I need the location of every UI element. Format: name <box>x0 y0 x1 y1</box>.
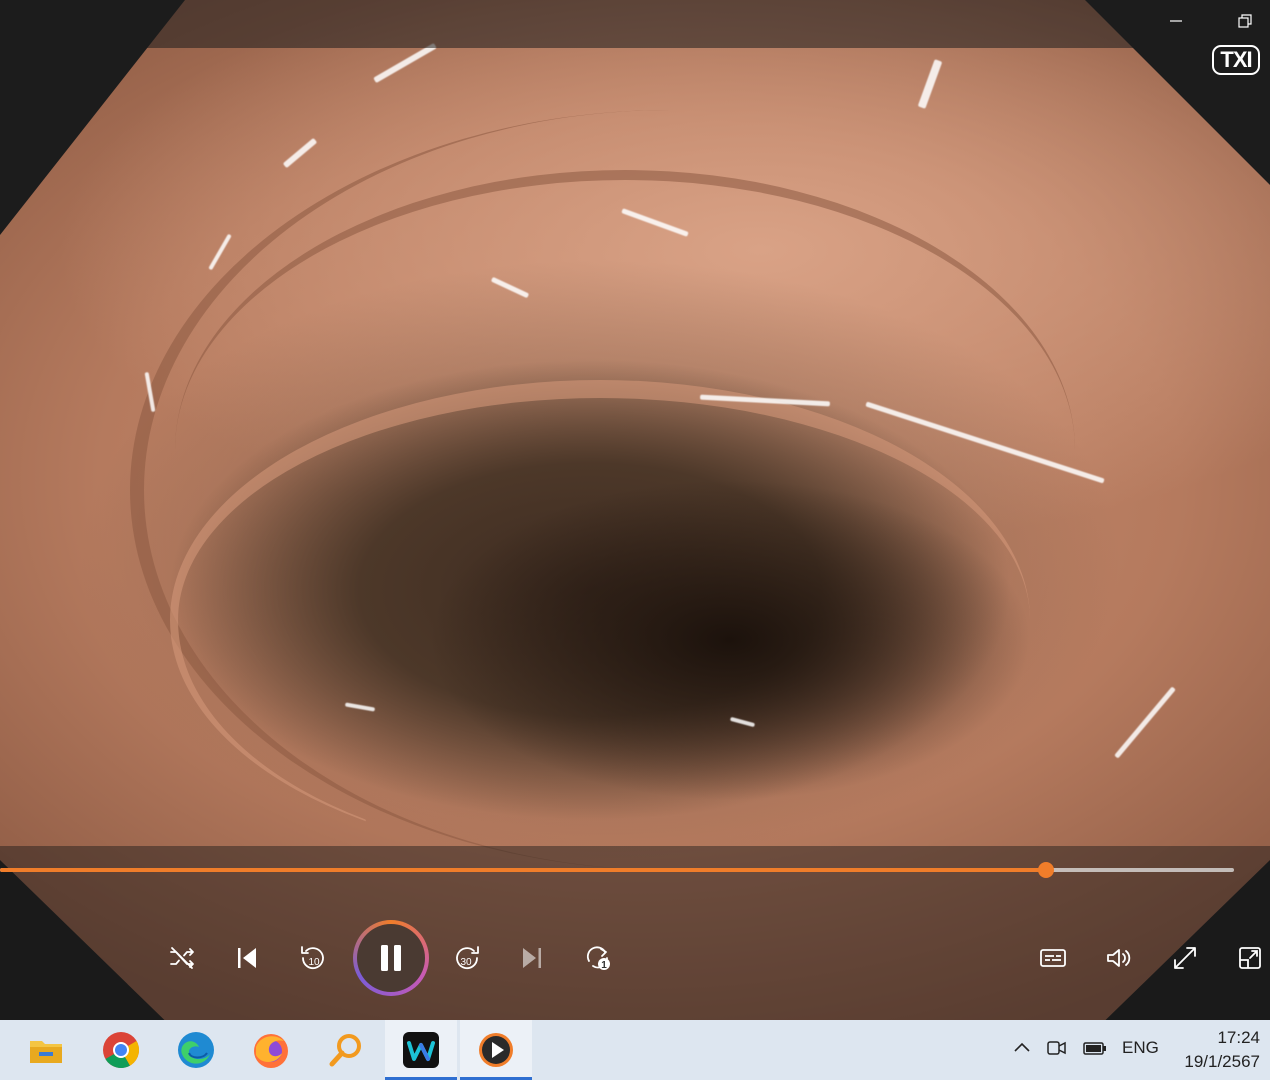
taskbar-webex[interactable] <box>385 1020 457 1080</box>
mucosal-fold <box>170 380 1030 860</box>
subtitles-icon <box>1040 949 1066 967</box>
search-magnifier-app-icon <box>329 1034 361 1067</box>
next-button[interactable] <box>507 933 557 983</box>
webex-icon <box>403 1032 439 1068</box>
camera-icon <box>1047 1041 1066 1055</box>
camera-mic-status[interactable] <box>1046 1038 1068 1063</box>
file-explorer-icon <box>30 1041 62 1063</box>
chevron-up-icon <box>1014 1042 1030 1052</box>
chrome-icon <box>103 1032 140 1069</box>
edge-icon <box>178 1032 214 1068</box>
title-bar <box>0 0 1270 48</box>
firefox-icon <box>254 1034 288 1068</box>
reflection <box>917 59 943 109</box>
previous-button[interactable] <box>222 933 272 983</box>
subtitles-button[interactable] <box>1028 933 1078 983</box>
reflection <box>373 42 437 84</box>
previous-icon <box>238 948 256 968</box>
taskbar-edge[interactable] <box>160 1020 232 1080</box>
repeat-label: 1 <box>601 960 607 971</box>
fullscreen-icon <box>1174 947 1196 969</box>
language-indicator[interactable]: ENG <box>1122 1038 1159 1058</box>
taskbar-media-player[interactable] <box>460 1020 532 1080</box>
mini-player-icon <box>1239 947 1261 969</box>
taskbar-search-app[interactable] <box>310 1020 382 1080</box>
txi-overlay-badge: TXI <box>1212 45 1260 75</box>
taskbar: ENG 17:24 19/1/2567 <box>0 1020 1270 1080</box>
taskbar-chrome[interactable] <box>85 1020 157 1080</box>
skip-back-10-button[interactable]: 10 <box>288 933 338 983</box>
repeat-one-button[interactable]: 1 <box>573 933 623 983</box>
reflection <box>1114 686 1176 759</box>
battery-icon <box>1083 1042 1106 1055</box>
fullscreen-button[interactable] <box>1160 933 1210 983</box>
next-icon <box>523 948 541 968</box>
media-player-icon <box>479 1033 513 1067</box>
skip-forward-30-button[interactable]: 30 <box>442 933 492 983</box>
restore-icon[interactable] <box>1225 8 1265 40</box>
reflection <box>208 233 232 271</box>
clock-date: 19/1/2567 <box>1184 1052 1260 1071</box>
skip-back-10-icon: 10 <box>301 946 324 970</box>
repeat-one-icon: 1 <box>586 946 610 971</box>
mini-player-button[interactable] <box>1225 933 1270 983</box>
pause-icon <box>381 945 401 971</box>
seek-bar[interactable] <box>0 862 1234 878</box>
show-hidden-icons-button[interactable] <box>1012 1038 1032 1063</box>
shuffle-icon <box>170 947 194 969</box>
skip-back-label: 10 <box>308 957 320 968</box>
volume-button[interactable] <box>1094 933 1144 983</box>
pause-button-face <box>357 924 425 992</box>
seek-bar-progress <box>0 868 1047 872</box>
media-player-window: TXI 10 30 1 <box>0 0 1270 1020</box>
skip-forward-label: 30 <box>460 957 472 968</box>
taskbar-file-explorer[interactable] <box>10 1020 82 1080</box>
battery-status[interactable] <box>1082 1038 1108 1063</box>
volume-icon <box>1107 949 1131 967</box>
shuffle-button[interactable] <box>157 933 207 983</box>
pause-button[interactable] <box>353 920 429 996</box>
clock-time: 17:24 <box>1217 1028 1260 1047</box>
taskbar-firefox[interactable] <box>235 1020 307 1080</box>
skip-forward-30-icon: 30 <box>456 946 479 970</box>
system-clock[interactable]: 17:24 19/1/2567 <box>1184 1026 1260 1074</box>
minimize-icon[interactable] <box>1156 8 1196 40</box>
reflection <box>282 137 318 169</box>
